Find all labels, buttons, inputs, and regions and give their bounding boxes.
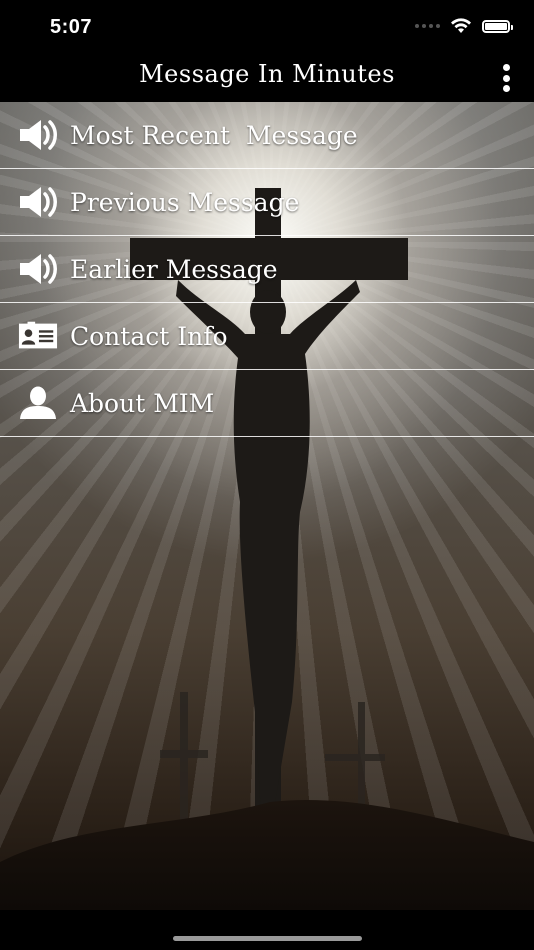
home-indicator-area — [0, 910, 534, 950]
status-time: 5:07 — [50, 16, 93, 38]
menu-item-contact-info[interactable]: Contact Info — [0, 303, 534, 370]
menu-list: Most Recent Message Previous Message Ear… — [0, 102, 534, 437]
home-indicator[interactable] — [173, 936, 362, 941]
app-title: Message In Minutes — [139, 60, 395, 88]
cellular-signal-icon — [415, 24, 440, 28]
menu-item-label: Contact Info — [70, 321, 228, 351]
menu-item-previous-message[interactable]: Previous Message — [0, 169, 534, 236]
nav-bar: Message In Minutes — [0, 54, 534, 102]
overflow-menu-icon[interactable] — [496, 64, 516, 92]
menu-item-label: Previous Message — [70, 187, 300, 217]
contact-card-icon — [18, 316, 58, 356]
speaker-icon — [18, 182, 58, 222]
status-bar: 5:07 — [0, 0, 534, 54]
status-icons — [415, 18, 513, 34]
menu-item-label: Most Recent Message — [70, 120, 358, 150]
speaker-icon — [18, 249, 58, 289]
menu-item-most-recent-message[interactable]: Most Recent Message — [0, 102, 534, 169]
menu-item-earlier-message[interactable]: Earlier Message — [0, 236, 534, 303]
menu-item-label: Earlier Message — [70, 254, 278, 284]
battery-icon — [482, 19, 513, 33]
wifi-icon — [451, 18, 471, 33]
person-icon — [18, 383, 58, 423]
menu-item-about-mim[interactable]: About MIM — [0, 370, 534, 437]
speaker-icon — [18, 115, 58, 155]
menu-item-label: About MIM — [70, 388, 215, 418]
